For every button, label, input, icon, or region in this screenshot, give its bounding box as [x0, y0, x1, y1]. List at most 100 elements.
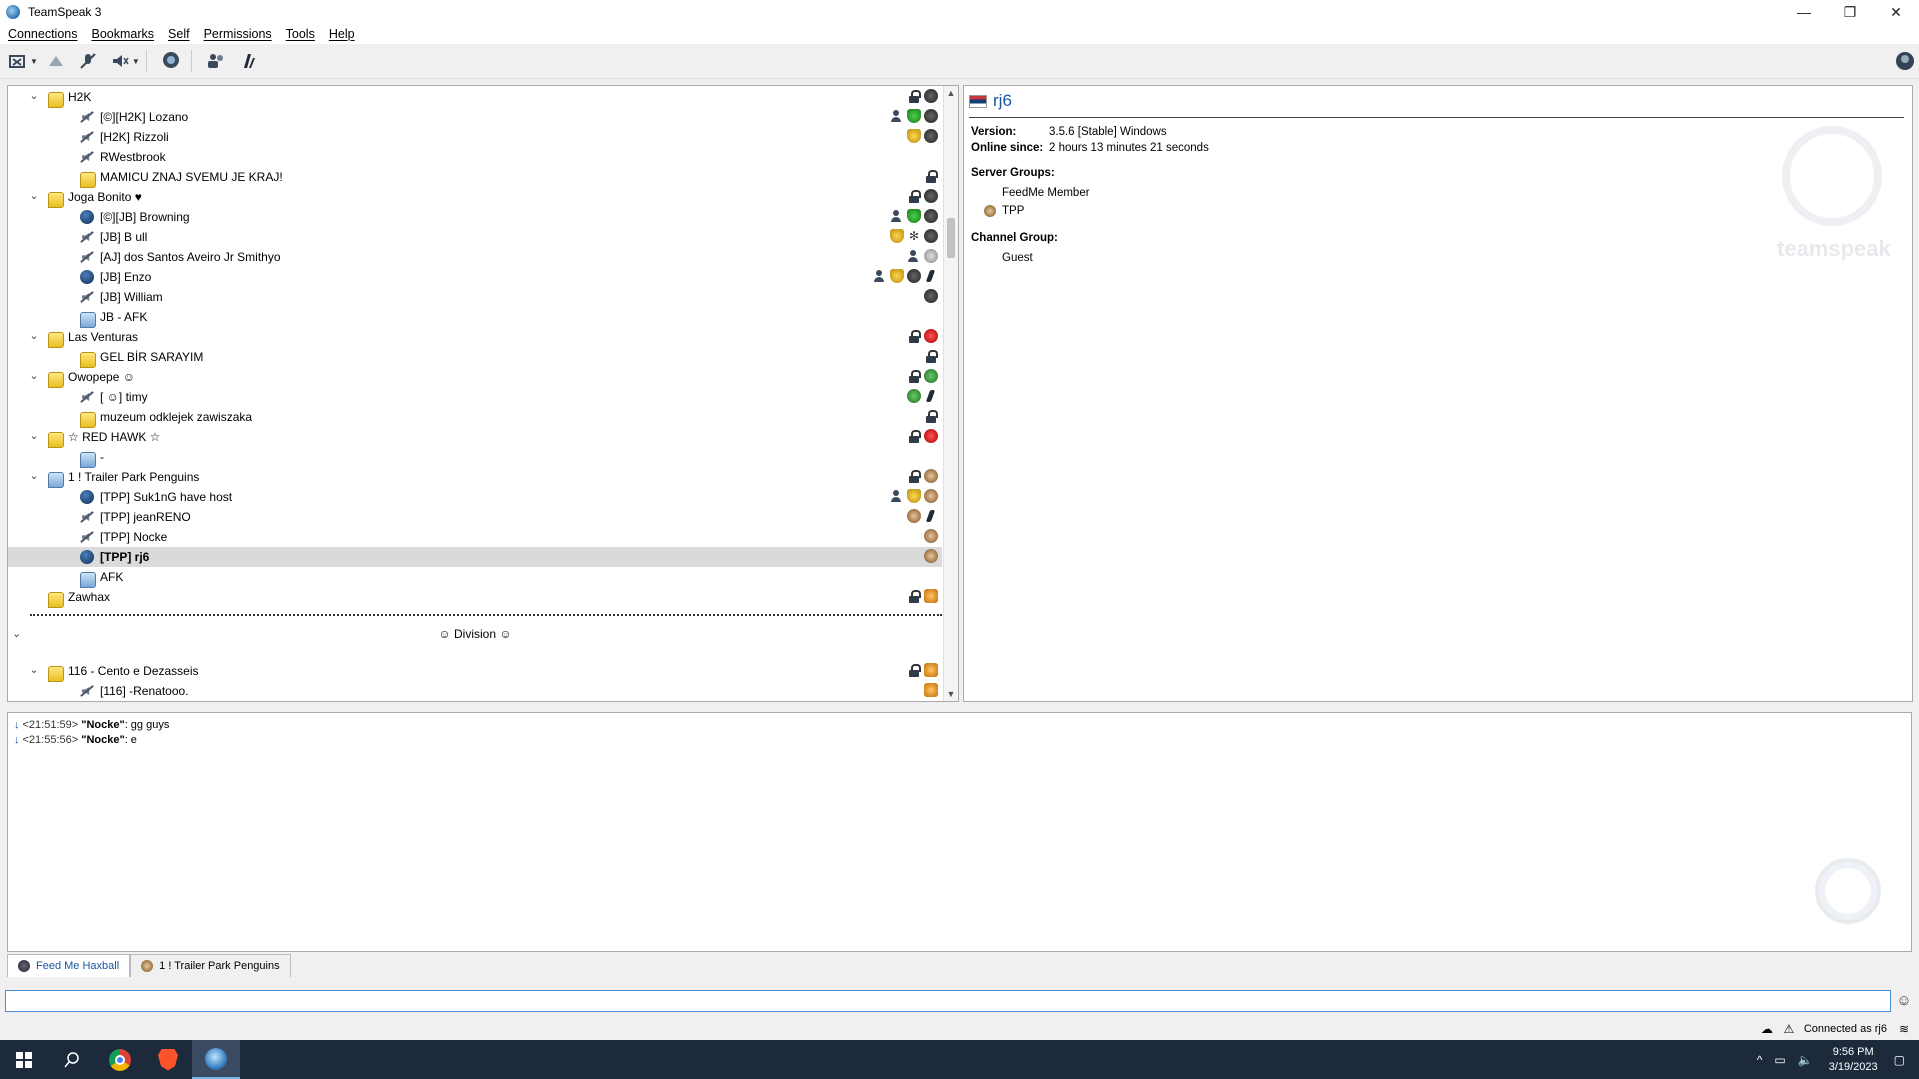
menu-self[interactable]: Self — [161, 27, 197, 41]
chat-nick[interactable]: "Nocke" — [81, 719, 124, 731]
channel-row[interactable]: ⌄ Las Venturas — [8, 327, 942, 348]
start-button[interactable] — [0, 1040, 48, 1079]
restore-button[interactable]: ❐ — [1827, 0, 1873, 24]
clock[interactable]: 9:56 PM 3/19/2023 — [1829, 1045, 1878, 1075]
warning-icon[interactable]: ⚠ — [1782, 1022, 1796, 1036]
volume-icon[interactable]: 🔈 — [1798, 1053, 1813, 1067]
mute-speakers-button[interactable] — [106, 48, 134, 74]
tree-scrollbar[interactable]: ▲ ▼ — [943, 86, 958, 701]
online-since-row: Online since: 2 hours 13 minutes 21 secon… — [971, 142, 1209, 154]
notifications-icon[interactable]: ▢ — [1894, 1053, 1905, 1067]
close-button[interactable]: ✕ — [1873, 0, 1919, 24]
emoji-icon[interactable]: ☺ — [1895, 992, 1913, 1010]
network-icon[interactable]: ▭ — [1774, 1053, 1785, 1067]
scroll-down-icon[interactable]: ▼ — [944, 687, 958, 701]
cloud-icon[interactable]: ☁ — [1760, 1022, 1774, 1036]
client-row[interactable]: [JB] Enzo — [8, 267, 942, 287]
avatar-button[interactable] — [1891, 48, 1919, 74]
scroll-thumb[interactable] — [947, 218, 955, 258]
chevron-down-icon[interactable]: ⌄ — [27, 369, 41, 382]
version-label: Version: — [971, 126, 1017, 138]
channel-row[interactable]: ⌄ 116 - Cento e Dezasseis — [8, 661, 942, 682]
chat-button[interactable] — [157, 48, 185, 74]
swoosh-icon — [924, 509, 938, 523]
menu-permissions[interactable]: Permissions — [197, 27, 279, 41]
search-button[interactable] — [48, 1040, 96, 1079]
menu-connections[interactable]: Connections — [0, 27, 85, 41]
chat-input[interactable] — [5, 990, 1891, 1012]
client-row[interactable]: [JB] William — [8, 287, 942, 307]
teamspeak-taskbar-button[interactable] — [192, 1040, 240, 1079]
away-button[interactable] — [42, 48, 70, 74]
client-name: [JB] Enzo — [100, 270, 152, 284]
wifi-icon[interactable]: ≋ — [1897, 1022, 1911, 1036]
tab-feed-me-haxball[interactable]: Feed Me Haxball — [7, 954, 131, 977]
client-name: [TPP] Suk1nG have host — [100, 490, 233, 504]
channel-row[interactable]: ⌄Ajhax — [8, 701, 942, 702]
menu-help[interactable]: Help — [322, 27, 362, 41]
client-name: [JB] B ull — [100, 230, 148, 244]
subchannel-row[interactable]: AFK — [8, 567, 942, 588]
chevron-down-icon[interactable]: ⌄ — [27, 89, 41, 102]
channel-name: ☆ RED HAWK ☆ — [68, 430, 161, 444]
client-row[interactable]: [AJ] dos Santos Aveiro Jr Smithyo — [8, 247, 942, 267]
client-row[interactable]: [TPP] Suk1nG have host — [8, 487, 942, 507]
channel-row[interactable]: ⌄ Joga Bonito ♥ — [8, 187, 942, 208]
client-row[interactable]: [©][H2K] Lozano — [8, 107, 942, 127]
tab-trailer-park-penguins[interactable]: 1 ! Trailer Park Penguins — [130, 954, 291, 977]
mute-microphone-button[interactable] — [74, 48, 102, 74]
subchannel-row[interactable]: MAMICU ZNAJ SVEMU JE KRAJ! — [8, 167, 942, 188]
chat-log[interactable]: ↓ <21:51:59> "Nocke": gg guys ↓ <21:55:56>… — [7, 712, 1912, 952]
chevron-down-icon[interactable]: ⌄ — [27, 189, 41, 202]
tray-chevron-icon[interactable]: ^ — [1757, 1053, 1763, 1067]
version-value: 3.5.6 [Stable] Windows — [1049, 126, 1167, 138]
whisper-button[interactable] — [234, 48, 262, 74]
group-badge-icon — [924, 529, 938, 543]
chevron-down-icon[interactable]: ⌄ — [27, 329, 41, 342]
client-row[interactable]: [H2K] Rizzoli — [8, 127, 942, 147]
client-row[interactable]: [116] -Renatooo. — [8, 681, 942, 701]
spacer-row[interactable]: ⌄ ☺ Division ☺ — [8, 609, 942, 649]
menu-tools[interactable]: Tools — [279, 27, 322, 41]
client-row[interactable]: [TPP] Nocke — [8, 527, 942, 547]
row-icons — [907, 249, 938, 263]
muted-speaker-icon — [80, 390, 94, 404]
chevron-down-icon[interactable]: ⌄ — [27, 429, 41, 442]
client-row[interactable]: RWestbrook — [8, 147, 942, 167]
channel-tree[interactable]: ⌄ H2K [©][H2K] Lozano [H2K] Rizzoli RWestbro… — [7, 85, 959, 702]
channel-row[interactable]: Zawhax — [8, 587, 942, 608]
shield-icon — [907, 489, 921, 503]
subchannel-row[interactable]: GEL BİR SARAYIM — [8, 347, 942, 368]
client-name: RWestbrook — [100, 150, 166, 164]
subchannel-row[interactable]: - — [8, 447, 942, 468]
client-row[interactable]: [TPP] jeanRENO — [8, 507, 942, 527]
channel-name: H2K — [68, 90, 92, 104]
minimize-button[interactable]: — — [1781, 0, 1827, 24]
client-row[interactable]: [ ☺] timy — [8, 387, 942, 407]
subchannel-row[interactable]: JB - AFK — [8, 307, 942, 328]
chevron-down-icon[interactable]: ⌄ — [27, 469, 41, 482]
menu-bookmarks[interactable]: Bookmarks — [85, 27, 162, 41]
disconnect-button[interactable] — [4, 48, 32, 74]
server-groups-label: Server Groups: — [971, 167, 1055, 179]
contacts-button[interactable] — [202, 48, 230, 74]
channel-icon — [80, 452, 96, 468]
teamspeak-icon — [205, 1047, 227, 1070]
channel-row[interactable]: ⌄ 1 ! Trailer Park Penguins — [8, 467, 942, 488]
brave-taskbar-button[interactable] — [144, 1040, 192, 1079]
chrome-taskbar-button[interactable] — [96, 1040, 144, 1079]
chevron-down-icon[interactable]: ⌄ — [27, 663, 41, 676]
row-icons — [907, 663, 938, 677]
muted-speaker-icon — [80, 150, 94, 164]
channel-row[interactable]: ⌄ Owopepe ☺ — [8, 367, 942, 388]
scroll-up-icon[interactable]: ▲ — [944, 86, 958, 100]
channel-row[interactable]: ⌄ H2K — [8, 87, 942, 108]
client-row[interactable]: [©][JB] Browning — [8, 207, 942, 227]
chat-nick[interactable]: "Nocke" — [81, 734, 124, 746]
client-info-header: rj6 — [969, 91, 1012, 111]
client-row[interactable]: [JB] B ull ✻ — [8, 227, 942, 247]
client-name: [TPP] jeanRENO — [100, 510, 191, 524]
subchannel-row[interactable]: muzeum odklejek zawiszaka — [8, 407, 942, 428]
client-row[interactable]: [TPP] rj6 — [8, 547, 942, 567]
channel-row[interactable]: ⌄ ☆ RED HAWK ☆ — [8, 427, 942, 448]
